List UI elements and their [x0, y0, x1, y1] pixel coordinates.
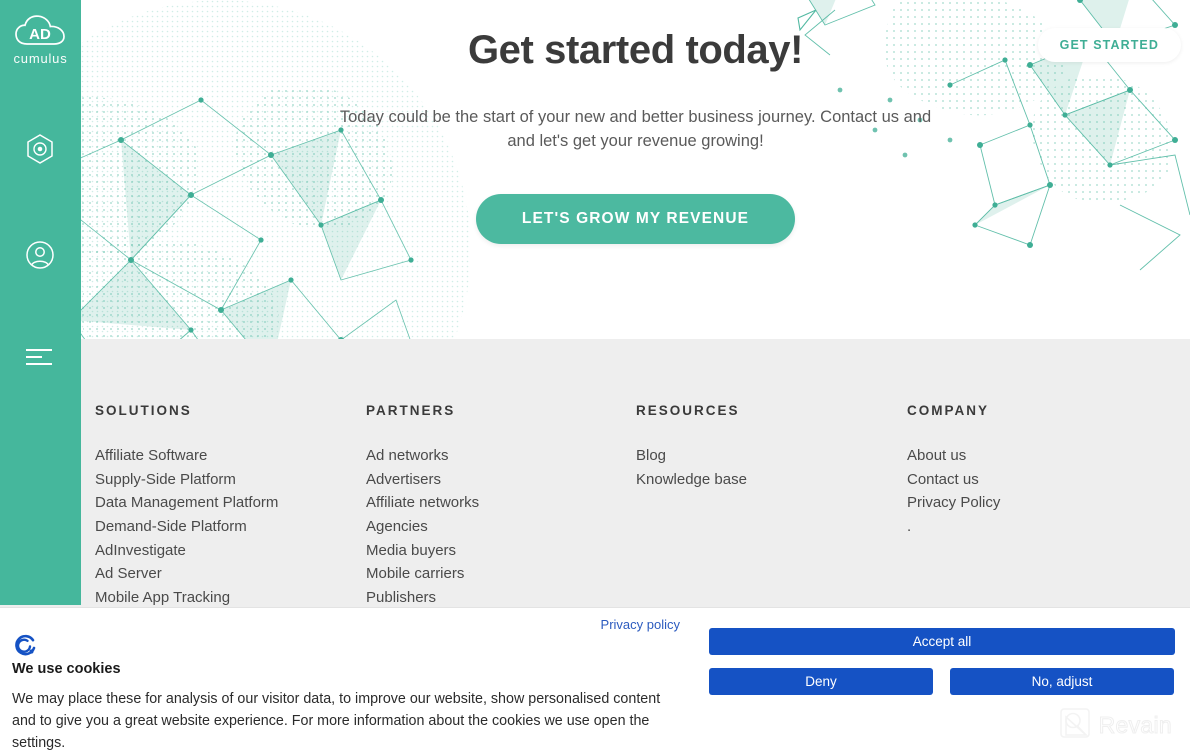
sidebar-item-settings[interactable]: [19, 130, 61, 172]
page-root: AD cumulus GET STARTED Get started today…: [0, 0, 1190, 753]
list-item[interactable]: Agencies: [366, 515, 636, 539]
footer-list-resources: Blog Knowledge base: [636, 444, 907, 491]
user-circle-icon: [25, 240, 55, 275]
list-item[interactable]: Knowledge base: [636, 468, 907, 492]
logo-mark-text: AD: [30, 26, 52, 43]
cookiebot-logo-icon: [12, 633, 38, 659]
hero-section: GET STARTED Get started today! Today cou…: [81, 0, 1190, 339]
cookie-banner-text: We may place these for analysis of our v…: [12, 691, 661, 752]
get-started-button[interactable]: GET STARTED: [1037, 28, 1181, 62]
list-item[interactable]: Contact us: [907, 468, 1167, 492]
privacy-policy-link[interactable]: Privacy policy: [601, 617, 680, 632]
grow-revenue-button[interactable]: LET'S GROW MY REVENUE: [475, 193, 796, 244]
brand-logo[interactable]: AD cumulus: [13, 14, 67, 66]
cookie-banner-buttons: Accept all Deny No, adjust: [709, 628, 1175, 695]
footer: SOLUTIONS Affiliate Software Supply-Side…: [0, 339, 1190, 607]
footer-heading-partners: PARTNERS: [366, 403, 456, 418]
list-item[interactable]: Privacy Policy: [907, 491, 1167, 515]
revain-logo-icon: [1059, 708, 1090, 743]
globe-network-graphic: [81, 0, 471, 339]
revain-watermark: Revain: [1059, 708, 1172, 743]
no-adjust-button[interactable]: No, adjust: [950, 668, 1174, 695]
hero-subtitle: Today could be the start of your new and…: [339, 108, 932, 150]
footer-list-company: About us Contact us Privacy Policy .: [907, 444, 1167, 539]
hexagon-target-icon: [25, 133, 55, 170]
list-item[interactable]: Supply-Side Platform: [95, 468, 366, 492]
list-item[interactable]: Ad networks: [366, 444, 636, 468]
list-item[interactable]: Ad Server: [95, 562, 366, 586]
list-item[interactable]: Blog: [636, 444, 907, 468]
list-item[interactable]: About us: [907, 444, 1167, 468]
cookie-consent-banner: Privacy policy We use cookies We may pla…: [0, 607, 1190, 753]
footer-column-company: COMPANY About us Contact us Privacy Poli…: [907, 403, 1167, 610]
logo-wordmark: cumulus: [13, 51, 68, 66]
footer-heading-company: COMPANY: [907, 403, 990, 418]
list-item[interactable]: Advertisers: [366, 468, 636, 492]
hamburger-menu-icon: [25, 347, 55, 372]
list-item[interactable]: AdInvestigate: [95, 539, 366, 563]
list-item[interactable]: Media buyers: [366, 539, 636, 563]
footer-columns: SOLUTIONS Affiliate Software Supply-Side…: [95, 403, 1190, 610]
list-item[interactable]: Affiliate networks: [366, 491, 636, 515]
list-item[interactable]: Data Management Platform: [95, 491, 366, 515]
list-item[interactable]: Demand-Side Platform: [95, 515, 366, 539]
accept-all-button[interactable]: Accept all: [709, 628, 1175, 655]
revain-watermark-text: Revain: [1098, 712, 1172, 739]
page-title: Get started today!: [467, 28, 804, 72]
footer-list-partners: Ad networks Advertisers Affiliate networ…: [366, 444, 636, 610]
cloud-icon: AD: [14, 14, 66, 48]
cookie-banner-title: We use cookies: [12, 661, 121, 677]
list-item[interactable]: Affiliate Software: [95, 444, 366, 468]
footer-heading-resources: RESOURCES: [636, 403, 740, 418]
sidebar-item-account[interactable]: [19, 236, 61, 278]
sidebar-item-menu[interactable]: [19, 338, 61, 380]
deny-button[interactable]: Deny: [709, 668, 933, 695]
sidebar: AD cumulus: [0, 0, 81, 605]
footer-column-partners: PARTNERS Ad networks Advertisers Affilia…: [366, 403, 636, 610]
list-item[interactable]: Mobile carriers: [366, 562, 636, 586]
footer-heading-solutions: SOLUTIONS: [95, 403, 192, 418]
footer-list-solutions: Affiliate Software Supply-Side Platform …: [95, 444, 366, 610]
list-item: .: [907, 518, 912, 536]
footer-column-solutions: SOLUTIONS Affiliate Software Supply-Side…: [95, 403, 366, 610]
footer-column-resources: RESOURCES Blog Knowledge base: [636, 403, 907, 610]
